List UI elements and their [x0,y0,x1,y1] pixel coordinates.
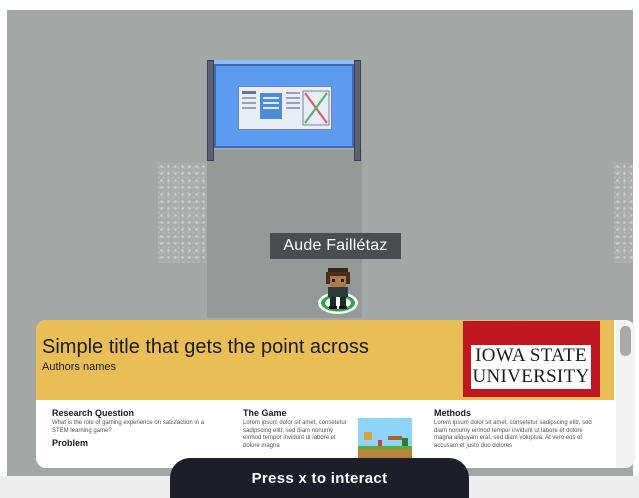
poster-title: Simple title that gets the point across [42,336,369,358]
board-post-left [207,60,214,161]
university-logo-wordmark: Iowa State University [471,345,591,389]
column-body: Lorem ipsum dolor sit amet, consetetur s… [434,420,592,449]
poster-preview-panel[interactable]: Simple title that gets the point across … [36,320,635,468]
logo-line-1: Iowa State [475,345,587,366]
game-screenshot-icon [358,418,412,458]
column-subheading: Problem [52,438,89,448]
top-border [0,0,639,10]
column-heading: Research Question [52,408,135,418]
player-avatar-icon [318,268,358,314]
board-post-right [354,60,361,161]
poster-column-game: The Game Lorem ipsum dolor sit amet, con… [243,408,353,450]
player-avatar [314,265,362,317]
column-heading: Methods [434,408,471,418]
poster-scrollbar-thumb[interactable] [620,326,631,356]
poster-thumbnail-icon [242,90,330,126]
poster-board-thumbnail [238,86,332,130]
university-logo: Iowa State University [463,321,600,397]
poster-scrollbar[interactable] [616,320,635,468]
game-viewport: Aude Faillétaz Simple title that gets th… [0,0,639,498]
column-body: Lorem ipsum dolor sit amet, consetetur s… [243,420,347,449]
poster-column-methods: Methods Lorem ipsum dolor sit amet, cons… [434,408,599,450]
game-screenshot-image [358,418,412,458]
interact-prompt[interactable]: Press x to interact [170,458,469,498]
poster-column-research: Research Question What is the role of ga… [52,408,222,449]
poster-authors: Authors names [42,361,116,373]
poster-board[interactable] [214,64,354,148]
column-heading: The Game [243,408,287,418]
floor-rug-right [614,163,633,263]
player-nametag: Aude Faillétaz [270,233,401,259]
column-body: What is the role of gaming experience on… [52,420,205,434]
logo-line-2: University [472,366,590,387]
poster-header: Simple title that gets the point across … [36,320,614,400]
